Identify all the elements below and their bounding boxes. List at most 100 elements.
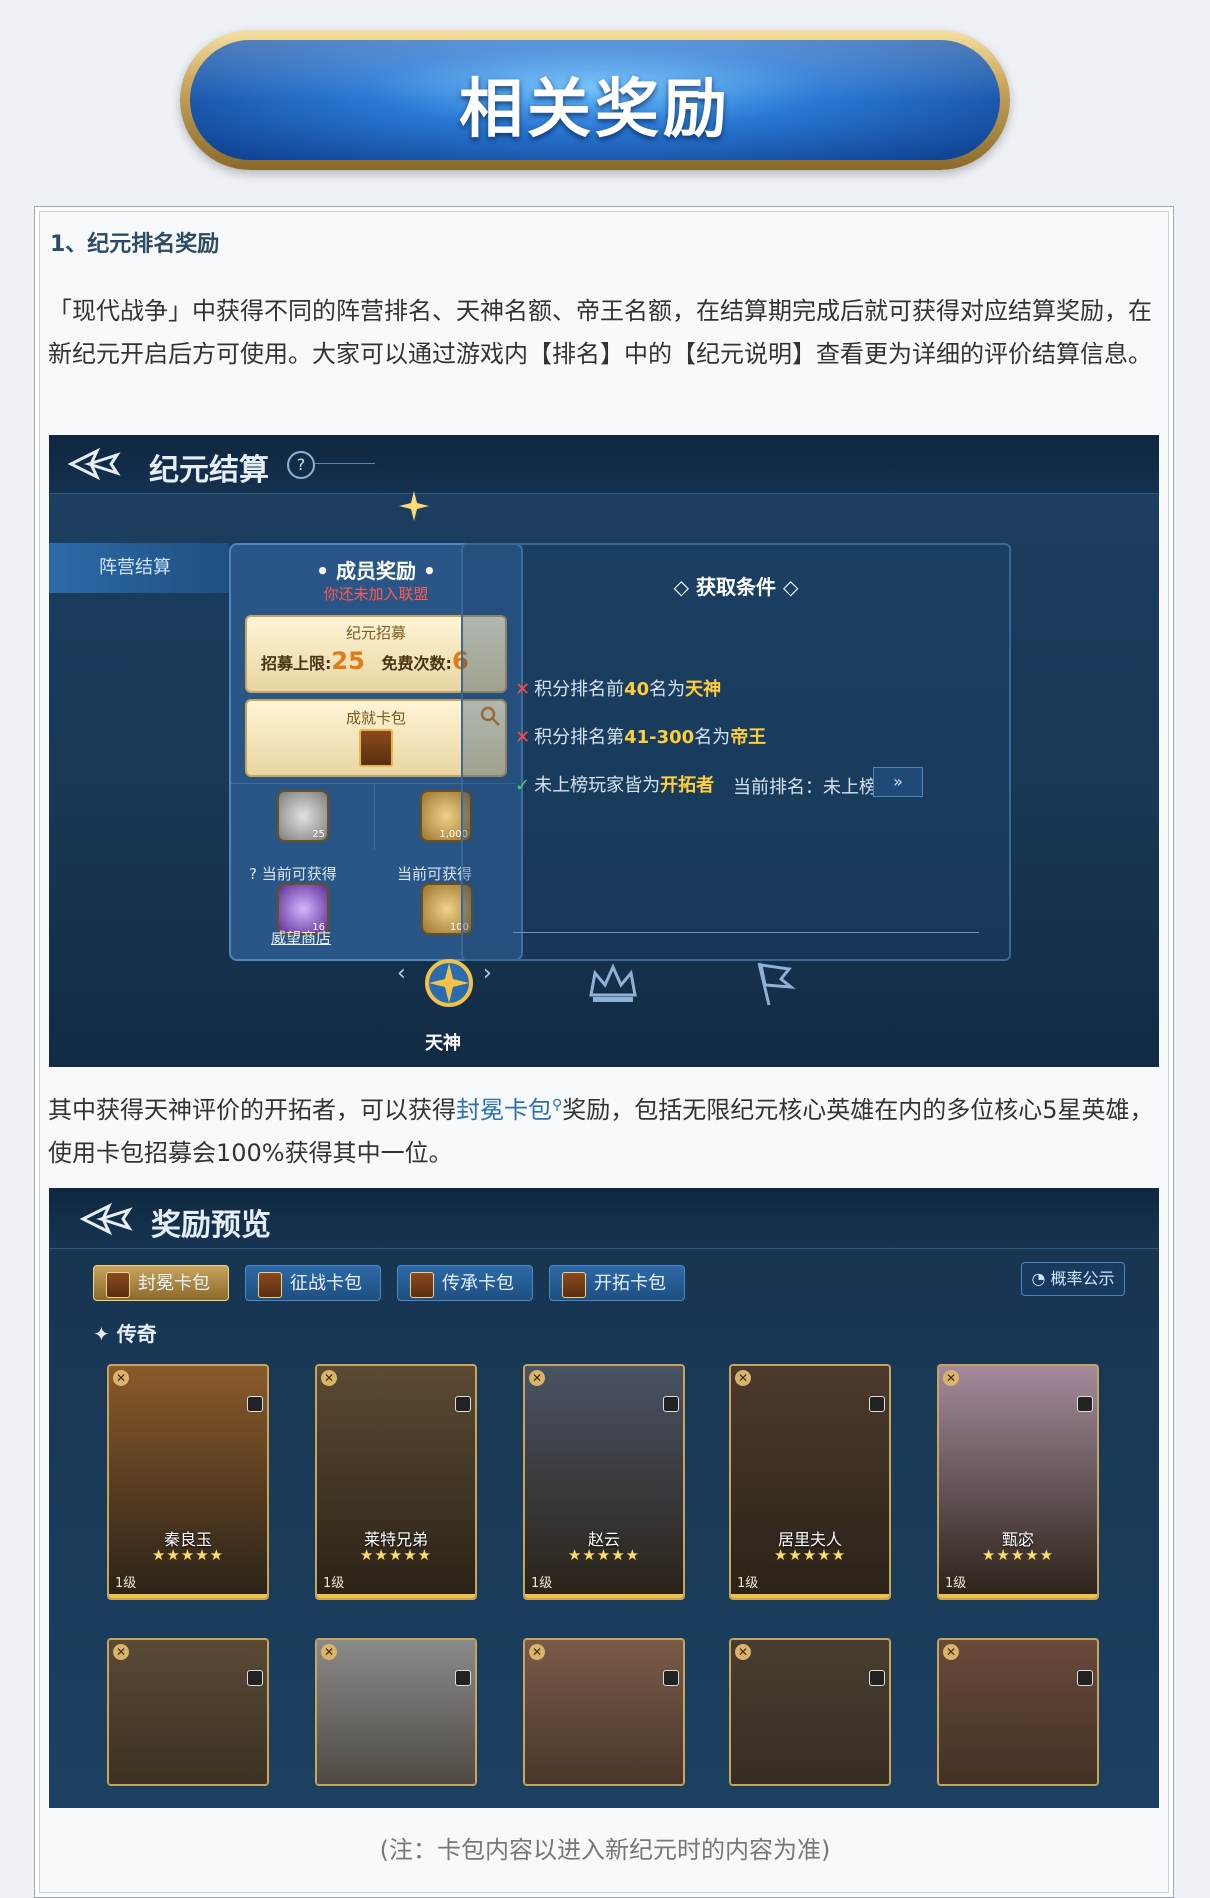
hero-stars: ★★★★★: [773, 1546, 847, 1564]
conditions-panel: ◇ 获取条件 ◇ ✕ 积分排名前40名为天神 ✕ 积分排名第41-300名为帝王 ✓…: [461, 543, 1011, 961]
hero-close-icon[interactable]: ✕: [735, 1370, 751, 1386]
condition-row-pioneer: ✓ 未上榜玩家皆为开拓者: [515, 775, 715, 796]
hero-level: 1级: [323, 1576, 345, 1591]
hero-rarity-bar: [731, 1594, 889, 1598]
condition-row-tianshen: ✕ 积分排名前40名为天神: [515, 679, 722, 700]
tab-pioneer-pack[interactable]: 开拓卡包: [549, 1265, 685, 1301]
tab-coronation-pack[interactable]: 封冕卡包: [93, 1265, 229, 1301]
prev-arrow-icon[interactable]: ‹: [397, 961, 406, 986]
hero-close-icon[interactable]: ✕: [735, 1644, 751, 1660]
rank-details-button[interactable]: »: [873, 767, 923, 797]
preview-title: 奖励预览: [151, 1208, 271, 1243]
tab-faction-settlement[interactable]: 阵营结算: [49, 543, 229, 593]
hero-portrait: [525, 1640, 683, 1784]
hero-card[interactable]: ✕: [315, 1638, 477, 1786]
conditions-title: ◇ 获取条件 ◇: [673, 575, 799, 599]
hero-card[interactable]: ✕: [729, 1638, 891, 1786]
hero-badge-icon: [663, 1670, 679, 1686]
next-arrow-icon[interactable]: ›: [483, 961, 492, 986]
current-rank-label: 当前排名：未上榜: [733, 777, 877, 798]
hero-stars: ★★★★★: [359, 1546, 433, 1564]
hero-rarity-bar: [109, 1594, 267, 1598]
screen-header: 纪元结算 ?: [49, 435, 1159, 494]
recruit-values: 招募上限:25 免费次数:6: [261, 647, 469, 675]
hero-card[interactable]: ✕ 秦良玉 ★★★★★ 1级: [107, 1364, 269, 1600]
title-banner-inner: 相关奖励: [190, 40, 1000, 160]
epoch-settlement-screenshot: 纪元结算 ? 阵营结算 • 成员奖励 • 你还未加入联盟 纪元招募 招募上限:2…: [49, 435, 1159, 1067]
hero-level: 1级: [531, 1576, 553, 1591]
card-pack-icon: [359, 729, 393, 767]
recruit-limit-value: 25: [331, 647, 365, 675]
emblem-label: 天神: [425, 1033, 461, 1054]
hero-card[interactable]: ✕: [523, 1638, 685, 1786]
help-icon[interactable]: ?: [287, 451, 315, 479]
hero-close-icon[interactable]: ✕: [943, 1370, 959, 1386]
statue-token-icon: 25: [277, 790, 329, 842]
hero-close-icon[interactable]: ✕: [321, 1644, 337, 1660]
reward-preview-screenshot: 奖励预览 封冕卡包 征战卡包 传承卡包 开拓卡包 ◔ 概率公示 ✦ 传奇 ✕ 秦良…: [49, 1188, 1159, 1808]
section-heading: 1、纪元排名奖励: [50, 232, 220, 257]
hero-rarity-bar: [939, 1594, 1097, 1598]
help-line: [315, 463, 375, 464]
banner-title: 相关奖励: [459, 73, 731, 147]
hero-portrait: [731, 1640, 889, 1784]
hero-badge-icon: [455, 1670, 471, 1686]
hero-badge-icon: [869, 1670, 885, 1686]
tianshen-emblem-icon[interactable]: [419, 953, 479, 1013]
hero-stars: ★★★★★: [567, 1546, 641, 1564]
hero-card[interactable]: ✕ 莱特兄弟 ★★★★★ 1级: [315, 1364, 477, 1600]
hero-close-icon[interactable]: ✕: [321, 1370, 337, 1386]
cross-icon: ✕: [515, 727, 531, 748]
footnote: (注：卡包内容以进入新纪元时的内容为准): [379, 1836, 831, 1864]
reward-cell-statue: 25: [231, 783, 375, 850]
hero-badge-icon: [869, 1396, 885, 1412]
hero-level: 1级: [945, 1576, 967, 1591]
free-count-label: 免费次数:: [381, 654, 452, 673]
hero-level: 1级: [737, 1576, 759, 1591]
hero-close-icon[interactable]: ✕: [113, 1644, 129, 1660]
preview-header: 奖励预览: [49, 1188, 1159, 1249]
crown-icon[interactable]: [583, 953, 643, 1013]
card-pack-icon: [562, 1272, 586, 1298]
cross-icon: ✕: [515, 679, 531, 700]
hero-close-icon[interactable]: ✕: [529, 1370, 545, 1386]
screen-title: 纪元结算: [149, 453, 269, 488]
hero-badge-icon: [455, 1396, 471, 1412]
hero-portrait: [317, 1640, 475, 1784]
hero-rarity-bar: [317, 1594, 475, 1598]
search-icon[interactable]: ⚲: [552, 1097, 562, 1113]
hero-rarity-bar: [525, 1594, 683, 1598]
hero-badge-icon: [663, 1396, 679, 1412]
hero-card[interactable]: ✕ 居里夫人 ★★★★★ 1级: [729, 1364, 891, 1600]
hero-card[interactable]: ✕ 赵云 ★★★★★ 1级: [523, 1364, 685, 1600]
hero-close-icon[interactable]: ✕: [943, 1644, 959, 1660]
game-logo-icon: [79, 1202, 133, 1236]
hero-card[interactable]: ✕: [107, 1638, 269, 1786]
tab-campaign-pack[interactable]: 征战卡包: [245, 1265, 381, 1301]
sparkle-icon: [399, 491, 429, 521]
intro-paragraph: 「现代战争」中获得不同的阵营排名、天神名额、帝王名额，在结算期完成后就可获得对应…: [48, 297, 1152, 368]
hero-close-icon[interactable]: ✕: [529, 1644, 545, 1660]
hero-portrait: [939, 1640, 1097, 1784]
hero-badge-icon: [247, 1396, 263, 1412]
hero-portrait: [109, 1640, 267, 1784]
divider: [513, 932, 979, 933]
flag-icon[interactable]: [745, 953, 805, 1013]
check-icon: ✓: [515, 775, 531, 796]
current-obtainable-label-1: ? 当前可获得: [249, 865, 337, 883]
probability-button[interactable]: ◔ 概率公示: [1021, 1262, 1125, 1296]
card-pack-icon: [258, 1272, 282, 1298]
hero-card[interactable]: ✕: [937, 1638, 1099, 1786]
condition-row-emperor: ✕ 积分排名第41-300名为帝王: [515, 727, 767, 748]
hero-close-icon[interactable]: ✕: [113, 1370, 129, 1386]
hero-stars: ★★★★★: [151, 1546, 225, 1564]
hero-badge-icon: [1077, 1670, 1093, 1686]
coronation-pack-link[interactable]: 封冕卡包: [456, 1096, 552, 1124]
prestige-shop-link[interactable]: 威望商店: [271, 927, 331, 948]
title-banner: 相关奖励: [180, 30, 1010, 170]
recruit-limit-label: 招募上限:: [261, 654, 332, 673]
tab-heritage-pack[interactable]: 传承卡包: [397, 1265, 533, 1301]
card-pack-icon: [410, 1272, 434, 1298]
hero-card[interactable]: ✕ 甄宓 ★★★★★ 1级: [937, 1364, 1099, 1600]
pioneer-paragraph: 其中获得天神评价的开拓者，可以获得封冕卡包⚲奖励，包括无限纪元核心英雄在内的多位…: [48, 1096, 1154, 1167]
